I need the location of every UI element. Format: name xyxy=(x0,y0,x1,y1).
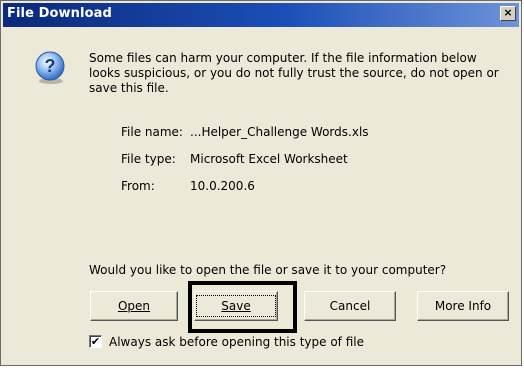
title-bar[interactable]: File Download × xyxy=(3,3,519,27)
question-icon: ? xyxy=(35,51,65,84)
file-download-dialog: File Download × ? Some files can harm yo… xyxy=(0,0,522,366)
always-ask-checkbox[interactable]: ✔ xyxy=(89,335,102,348)
open-button[interactable]: Open xyxy=(90,291,178,321)
svg-text:?: ? xyxy=(45,56,56,76)
dialog-title: File Download xyxy=(7,6,112,21)
file-name-label: File name: xyxy=(121,125,183,139)
cancel-button[interactable]: Cancel xyxy=(304,291,396,321)
open-button-label: Open xyxy=(117,299,151,313)
open-or-save-prompt: Would you like to open the file or save … xyxy=(89,263,447,277)
more-info-button[interactable]: More Info xyxy=(417,291,509,321)
close-button[interactable]: × xyxy=(500,6,516,21)
from-label: From: xyxy=(121,179,155,193)
warning-message: Some files can harm your computer. If th… xyxy=(89,51,499,95)
cancel-button-label: Cancel xyxy=(329,299,371,313)
from-value: 10.0.200.6 xyxy=(190,179,255,193)
file-type-value: Microsoft Excel Worksheet xyxy=(190,152,348,166)
always-ask-label[interactable]: Always ask before opening this type of f… xyxy=(109,335,364,349)
save-highlight-box xyxy=(188,281,297,333)
close-icon: × xyxy=(503,6,513,19)
more-info-button-label: More Info xyxy=(434,299,492,313)
file-name-value: ...Helper_Challenge Words.xls xyxy=(190,125,369,139)
file-type-label: File type: xyxy=(121,152,176,166)
checkmark-icon: ✔ xyxy=(90,335,101,348)
